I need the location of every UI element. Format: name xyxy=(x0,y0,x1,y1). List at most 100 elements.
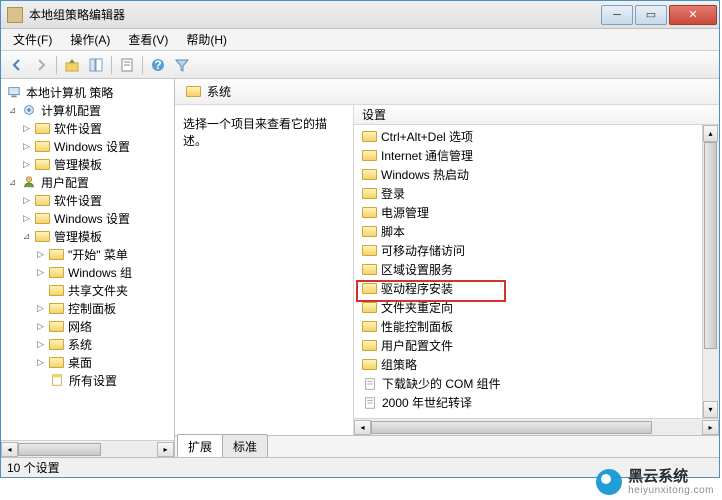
page-icon xyxy=(362,396,378,410)
tree-item[interactable]: ▷Windows 组 xyxy=(1,263,174,281)
list-item[interactable]: 组策略 xyxy=(358,355,702,374)
minimize-button[interactable]: ─ xyxy=(601,5,633,25)
scroll-thumb[interactable] xyxy=(371,421,652,434)
expand-icon[interactable]: ▷ xyxy=(35,339,46,350)
expand-icon[interactable]: ▷ xyxy=(35,303,46,314)
folder-icon xyxy=(362,169,377,180)
expand-icon[interactable]: ▷ xyxy=(21,159,32,170)
folder-icon xyxy=(35,123,50,134)
computer-icon xyxy=(6,85,22,99)
expand-icon[interactable]: ▷ xyxy=(21,123,32,134)
tab-standard[interactable]: 标准 xyxy=(222,434,268,457)
show-hide-button[interactable] xyxy=(84,54,108,76)
folder-icon xyxy=(49,249,64,260)
tree-item[interactable]: 共享文件夹 xyxy=(1,281,174,299)
scroll-left-button[interactable]: ◂ xyxy=(1,442,18,457)
folder-icon xyxy=(362,188,377,199)
list-item-label: Internet 通信管理 xyxy=(381,147,473,164)
list-item[interactable]: 可移动存储访问 xyxy=(358,241,702,260)
watermark-logo-icon xyxy=(596,469,622,495)
properties-button[interactable] xyxy=(115,54,139,76)
tree-item[interactable]: ▷系统 xyxy=(1,335,174,353)
expand-icon[interactable]: ▷ xyxy=(35,321,46,332)
tab-extended[interactable]: 扩展 xyxy=(177,434,223,457)
list-item[interactable]: Windows 热启动 xyxy=(358,165,702,184)
back-button[interactable] xyxy=(5,54,29,76)
menu-action[interactable]: 操作(A) xyxy=(62,29,118,50)
list-item[interactable]: 脚本 xyxy=(358,222,702,241)
folder-icon xyxy=(362,321,377,332)
collapse-icon[interactable]: ⊿ xyxy=(21,231,32,242)
list-item[interactable]: 性能控制面板 xyxy=(358,317,702,336)
main-window: 本地组策略编辑器 ─ ▭ ✕ 文件(F) 操作(A) 查看(V) 帮助(H) ?… xyxy=(0,0,720,478)
expand-icon[interactable]: ▷ xyxy=(35,267,46,278)
titlebar[interactable]: 本地组策略编辑器 ─ ▭ ✕ xyxy=(1,1,719,29)
scroll-right-button[interactable]: ▸ xyxy=(157,442,174,457)
list-item[interactable]: Ctrl+Alt+Del 选项 xyxy=(358,127,702,146)
gear-icon xyxy=(21,103,37,117)
scroll-down-button[interactable]: ▾ xyxy=(703,401,718,418)
tree-item[interactable]: ▷Windows 设置 xyxy=(1,137,174,155)
settings-list-pane: 设置 Ctrl+Alt+Del 选项Internet 通信管理 Windows 热… xyxy=(353,105,719,435)
list-hscrollbar[interactable]: ◂ ▸ xyxy=(354,418,719,435)
tree-root[interactable]: 本地计算机 策略 xyxy=(1,83,174,101)
tree-item[interactable]: ▷软件设置 xyxy=(1,119,174,137)
window-title: 本地组策略编辑器 xyxy=(29,6,601,23)
tree-item[interactable]: ▷Windows 设置 xyxy=(1,209,174,227)
tree-user-config[interactable]: ⊿用户配置 xyxy=(1,173,174,191)
menu-view[interactable]: 查看(V) xyxy=(120,29,176,50)
scroll-thumb[interactable] xyxy=(704,142,717,349)
tree[interactable]: 本地计算机 策略 ⊿计算机配置 ▷软件设置 ▷Windows 设置 ▷管理模板 … xyxy=(1,79,174,440)
scroll-left-button[interactable]: ◂ xyxy=(354,420,371,435)
list-item[interactable]: 用户配置文件 xyxy=(358,336,702,355)
list-item[interactable]: 电源管理 xyxy=(358,203,702,222)
folder-icon xyxy=(362,207,377,218)
help-button[interactable]: ? xyxy=(146,54,170,76)
page-icon xyxy=(362,377,378,391)
column-header-setting[interactable]: 设置 xyxy=(354,105,719,125)
tree-item[interactable]: ⊿管理模板 xyxy=(1,227,174,245)
collapse-icon[interactable]: ⊿ xyxy=(7,177,18,188)
list-vscrollbar[interactable]: ▴ ▾ xyxy=(702,125,719,418)
menu-help[interactable]: 帮助(H) xyxy=(178,29,235,50)
scroll-thumb[interactable] xyxy=(18,443,101,456)
toolbar: ? xyxy=(1,51,719,79)
details-title: 系统 xyxy=(207,83,231,100)
tree-item[interactable]: ▷控制面板 xyxy=(1,299,174,317)
list-item[interactable]: 登录 xyxy=(358,184,702,203)
collapse-icon[interactable]: ⊿ xyxy=(7,105,18,116)
expand-icon[interactable]: ▷ xyxy=(21,141,32,152)
filter-button[interactable] xyxy=(170,54,194,76)
tree-item[interactable]: ▷桌面 xyxy=(1,353,174,371)
list-item[interactable]: 区域设置服务 xyxy=(358,260,702,279)
tree-item[interactable]: 所有设置 xyxy=(1,371,174,389)
up-button[interactable] xyxy=(60,54,84,76)
list-item-label: Windows 热启动 xyxy=(381,166,469,183)
list-item[interactable]: 下载缺少的 COM 组件 xyxy=(358,374,702,393)
close-button[interactable]: ✕ xyxy=(669,5,717,25)
tree-item[interactable]: ▷管理模板 xyxy=(1,155,174,173)
scroll-up-button[interactable]: ▴ xyxy=(703,125,718,142)
list-item[interactable]: Internet 通信管理 xyxy=(358,146,702,165)
menu-file[interactable]: 文件(F) xyxy=(5,29,60,50)
folder-icon xyxy=(362,150,377,161)
tree-item[interactable]: ▷网络 xyxy=(1,317,174,335)
tree-hscrollbar[interactable]: ◂ ▸ xyxy=(1,440,174,457)
settings-list[interactable]: Ctrl+Alt+Del 选项Internet 通信管理 Windows 热启动登… xyxy=(354,125,702,418)
maximize-button[interactable]: ▭ xyxy=(635,5,667,25)
expand-icon[interactable]: ▷ xyxy=(35,357,46,368)
folder-icon xyxy=(35,141,50,152)
list-item-label: 电源管理 xyxy=(381,204,429,221)
scroll-right-button[interactable]: ▸ xyxy=(702,420,719,435)
user-icon xyxy=(21,175,37,189)
forward-button[interactable] xyxy=(29,54,53,76)
expand-icon[interactable]: ▷ xyxy=(21,213,32,224)
tree-item[interactable]: ▷"开始" 菜单 xyxy=(1,245,174,263)
expand-icon[interactable]: ▷ xyxy=(21,195,32,206)
list-item-label: 登录 xyxy=(381,185,405,202)
expand-icon[interactable]: ▷ xyxy=(35,249,46,260)
tree-computer-config[interactable]: ⊿计算机配置 xyxy=(1,101,174,119)
tree-item[interactable]: ▷软件设置 xyxy=(1,191,174,209)
list-item[interactable]: 2000 年世纪转译 xyxy=(358,393,702,412)
menubar: 文件(F) 操作(A) 查看(V) 帮助(H) xyxy=(1,29,719,51)
